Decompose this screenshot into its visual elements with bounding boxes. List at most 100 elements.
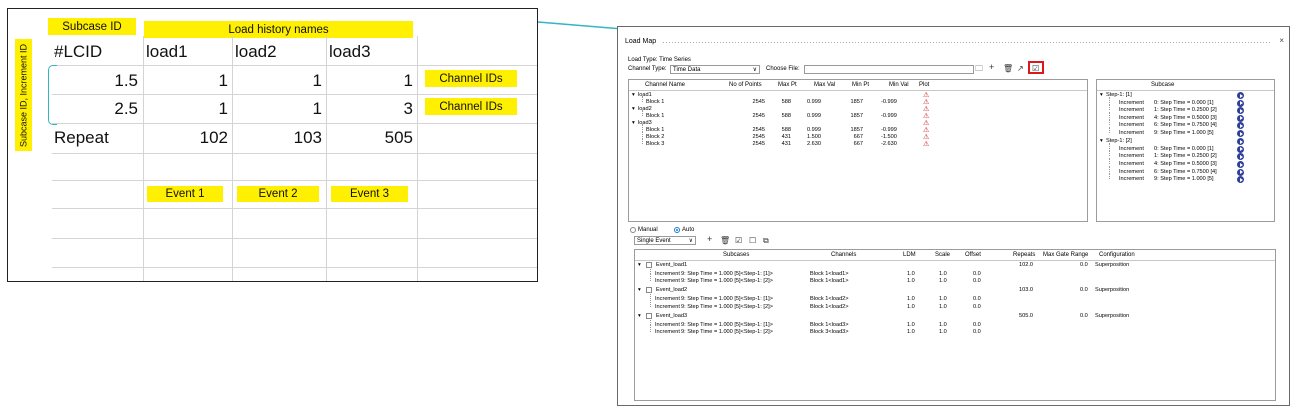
col-configuration[interactable]: Configuration	[1099, 252, 1135, 258]
play-icon[interactable]	[1237, 92, 1244, 99]
col-channels[interactable]: Channels	[831, 252, 856, 258]
col-no-of-points[interactable]: No of Points	[729, 82, 762, 88]
col-subcases[interactable]: Subcases	[723, 252, 749, 258]
col-min-pt[interactable]: Min Pt	[852, 82, 869, 88]
event-subcase-row[interactable]: Increment 9: Step Time = 1.000 [5]<Step-1…	[635, 267, 1275, 278]
delete-event-icon[interactable]: 🗑	[720, 236, 730, 245]
col-max-pt[interactable]: Max Pt	[778, 82, 797, 88]
choose-file-input[interactable]	[804, 65, 974, 74]
event-subcase-row[interactable]: Increment 9: Step Time = 1.000 [5]<Step-1…	[635, 317, 1275, 329]
event-checkbox[interactable]	[646, 312, 652, 319]
copy-event-icon[interactable]: ⧉	[763, 236, 769, 245]
table-row[interactable]: Block 2 2545 431 1.500 667 -1.500 ⚠	[629, 131, 1087, 141]
play-icon[interactable]	[1237, 161, 1244, 168]
channel-type-label: Channel Type:	[628, 66, 667, 72]
event-mode-select[interactable]: Single Event	[634, 236, 696, 245]
event-subcase-row[interactable]: Increment 9: Step Time = 1.000 [5]<Step-1…	[635, 299, 1275, 311]
play-icon[interactable]	[1237, 145, 1244, 153]
col-ldm[interactable]: LDM	[903, 252, 916, 258]
max-pt: 588	[781, 113, 791, 119]
subcase-increment-row[interactable]: Increment 0: Step Time = 0.000 [1]	[1097, 96, 1274, 107]
col-scale[interactable]: Scale	[935, 252, 950, 258]
play-icon[interactable]	[1237, 114, 1244, 122]
load-map-window: Load Map × Load Type: Time Series Channe…	[617, 26, 1290, 406]
subcase-increment-row[interactable]: Increment 1: Step Time = 0.2500 [2]	[1097, 150, 1274, 161]
check-events-icon[interactable]: ☑	[735, 236, 742, 245]
expand-toggle-icon[interactable]: ▾	[638, 262, 641, 268]
play-icon[interactable]	[1237, 130, 1244, 137]
auto-radio[interactable]	[674, 227, 680, 233]
expand-toggle-icon[interactable]: ▾	[638, 313, 641, 319]
event-channel: Block 1<load2>	[810, 296, 849, 303]
subcase-increment-row[interactable]: Increment 1: Step Time = 0.2500 [2]	[1097, 104, 1274, 115]
col-plot[interactable]: Plot	[919, 82, 929, 88]
event-ldm: 1.0	[907, 278, 915, 285]
tree-connector	[1109, 127, 1110, 133]
col-channel-name[interactable]: Channel Name	[645, 82, 685, 88]
expand-toggle-icon[interactable]: ▾	[632, 106, 635, 112]
table-row[interactable]: Block 1 2545 588 0.999 1857 -0.999 ⚠	[629, 124, 1087, 134]
event-subcase-row[interactable]: Increment 9: Step Time = 1.000 [5]<Step-1…	[635, 292, 1275, 303]
play-icon[interactable]	[1237, 176, 1244, 184]
event-checkbox[interactable]	[646, 262, 652, 268]
table-row[interactable]: Block 3 2545 431 2.630 667 -2.630 ⚠	[629, 138, 1087, 148]
event-subcase-row[interactable]: Increment 9: Step Time = 1.000 [5]<Step-1…	[635, 325, 1275, 336]
expand-toggle-icon[interactable]: ▾	[1100, 138, 1103, 144]
delete-icon[interactable]: 🗑	[1003, 64, 1013, 73]
table-row[interactable]: ▾ load3 ⚠	[629, 120, 1087, 127]
play-icon[interactable]	[1237, 168, 1244, 176]
play-icon[interactable]	[1237, 99, 1244, 107]
subcase-increment-row[interactable]: Increment 9: Step Time = 1.000 [5]	[1097, 127, 1274, 137]
expand-toggle-icon[interactable]: ▾	[638, 287, 641, 293]
close-icon[interactable]: ×	[1279, 36, 1284, 45]
folder-icon[interactable]: 🗀	[975, 64, 983, 73]
plot-icon[interactable]: ⚠	[923, 140, 929, 148]
col-repeats[interactable]: Repeats	[1013, 252, 1035, 258]
table-row[interactable]: ▾ load2 ⚠	[629, 106, 1087, 113]
table-row[interactable]: ▾ load1 ⚠	[629, 92, 1087, 99]
title-bar-grip[interactable]	[662, 41, 1271, 44]
subcase-increment-row[interactable]: Increment 9: Step Time = 1.000 [5]	[1097, 173, 1274, 184]
event-checkbox[interactable]	[646, 287, 652, 294]
increment-label: Increment	[655, 296, 680, 303]
play-icon[interactable]	[1237, 122, 1244, 130]
expand-toggle-icon[interactable]: ▾	[632, 120, 635, 126]
add-event-icon[interactable]: +	[707, 235, 712, 244]
uncheck-events-icon[interactable]: ☐	[749, 236, 756, 245]
expand-toggle-icon[interactable]: ▾	[1100, 92, 1103, 98]
col-min-val[interactable]: Min Val	[889, 82, 909, 88]
increment-label: Increment	[1119, 122, 1144, 129]
subcase-increment-row[interactable]: Increment 0: Step Time = 0.000 [1]	[1097, 142, 1274, 153]
table-row[interactable]: Block 1 2545 588 0.999 1857 -0.999 ⚠	[629, 96, 1087, 106]
event-row[interactable]: ▾ Event_load3 505.0 0.0 Superposition	[635, 312, 1275, 320]
manual-radio[interactable]	[630, 227, 636, 233]
increment-value: 6: Step Time = 0.7500 [4]	[1154, 168, 1217, 175]
event-row[interactable]: ▾ Event_load1 102.0 0.0 Superposition	[635, 262, 1275, 269]
export-icon[interactable]: ↗	[1017, 64, 1024, 73]
max-val: 0.999	[807, 113, 821, 119]
play-icon[interactable]	[1237, 107, 1244, 115]
channel-type-select[interactable]: Time Data	[670, 65, 760, 74]
channel-name: Block 2	[646, 134, 665, 140]
increment-label: Increment	[1119, 176, 1144, 183]
col-offset[interactable]: Offset	[965, 252, 981, 258]
play-icon[interactable]	[1237, 153, 1244, 161]
subcase-increment-row[interactable]: Increment 4: Step Time = 0.5000 [3]	[1097, 158, 1274, 168]
expand-toggle-icon[interactable]: ▾	[632, 92, 635, 98]
col-max-val[interactable]: Max Val	[814, 82, 835, 88]
col-max-gate-range[interactable]: Max Gate Range	[1043, 252, 1088, 258]
event-subcase-row[interactable]: Increment 9: Step Time = 1.000 [5]<Step-1…	[635, 274, 1275, 285]
subcase-increment-row[interactable]: Increment 6: Step Time = 0.7500 [4]	[1097, 119, 1274, 130]
increment-label: Increment	[655, 321, 680, 328]
event-row[interactable]: ▾ Event_load2 103.0 0.0 Superposition	[635, 287, 1275, 294]
add-icon[interactable]: +	[989, 63, 994, 72]
play-icon[interactable]	[1237, 138, 1244, 146]
load-type-label: Load Type: Time Series	[628, 57, 691, 63]
subcase-step-row[interactable]: ▾ Step-1: [1]	[1097, 92, 1274, 99]
table-row[interactable]: Block 1 2545 588 0.999 1857 -0.999 ⚠	[629, 110, 1087, 120]
subcase-step-row[interactable]: ▾ Step-1: [2]	[1097, 138, 1274, 146]
channel-name: Block 1	[646, 99, 665, 105]
subcase-increment-row[interactable]: Increment 4: Step Time = 0.5000 [3]	[1097, 111, 1274, 122]
channel-group-name: load1	[638, 92, 652, 98]
subcase-increment-row[interactable]: Increment 6: Step Time = 0.7500 [4]	[1097, 165, 1274, 176]
